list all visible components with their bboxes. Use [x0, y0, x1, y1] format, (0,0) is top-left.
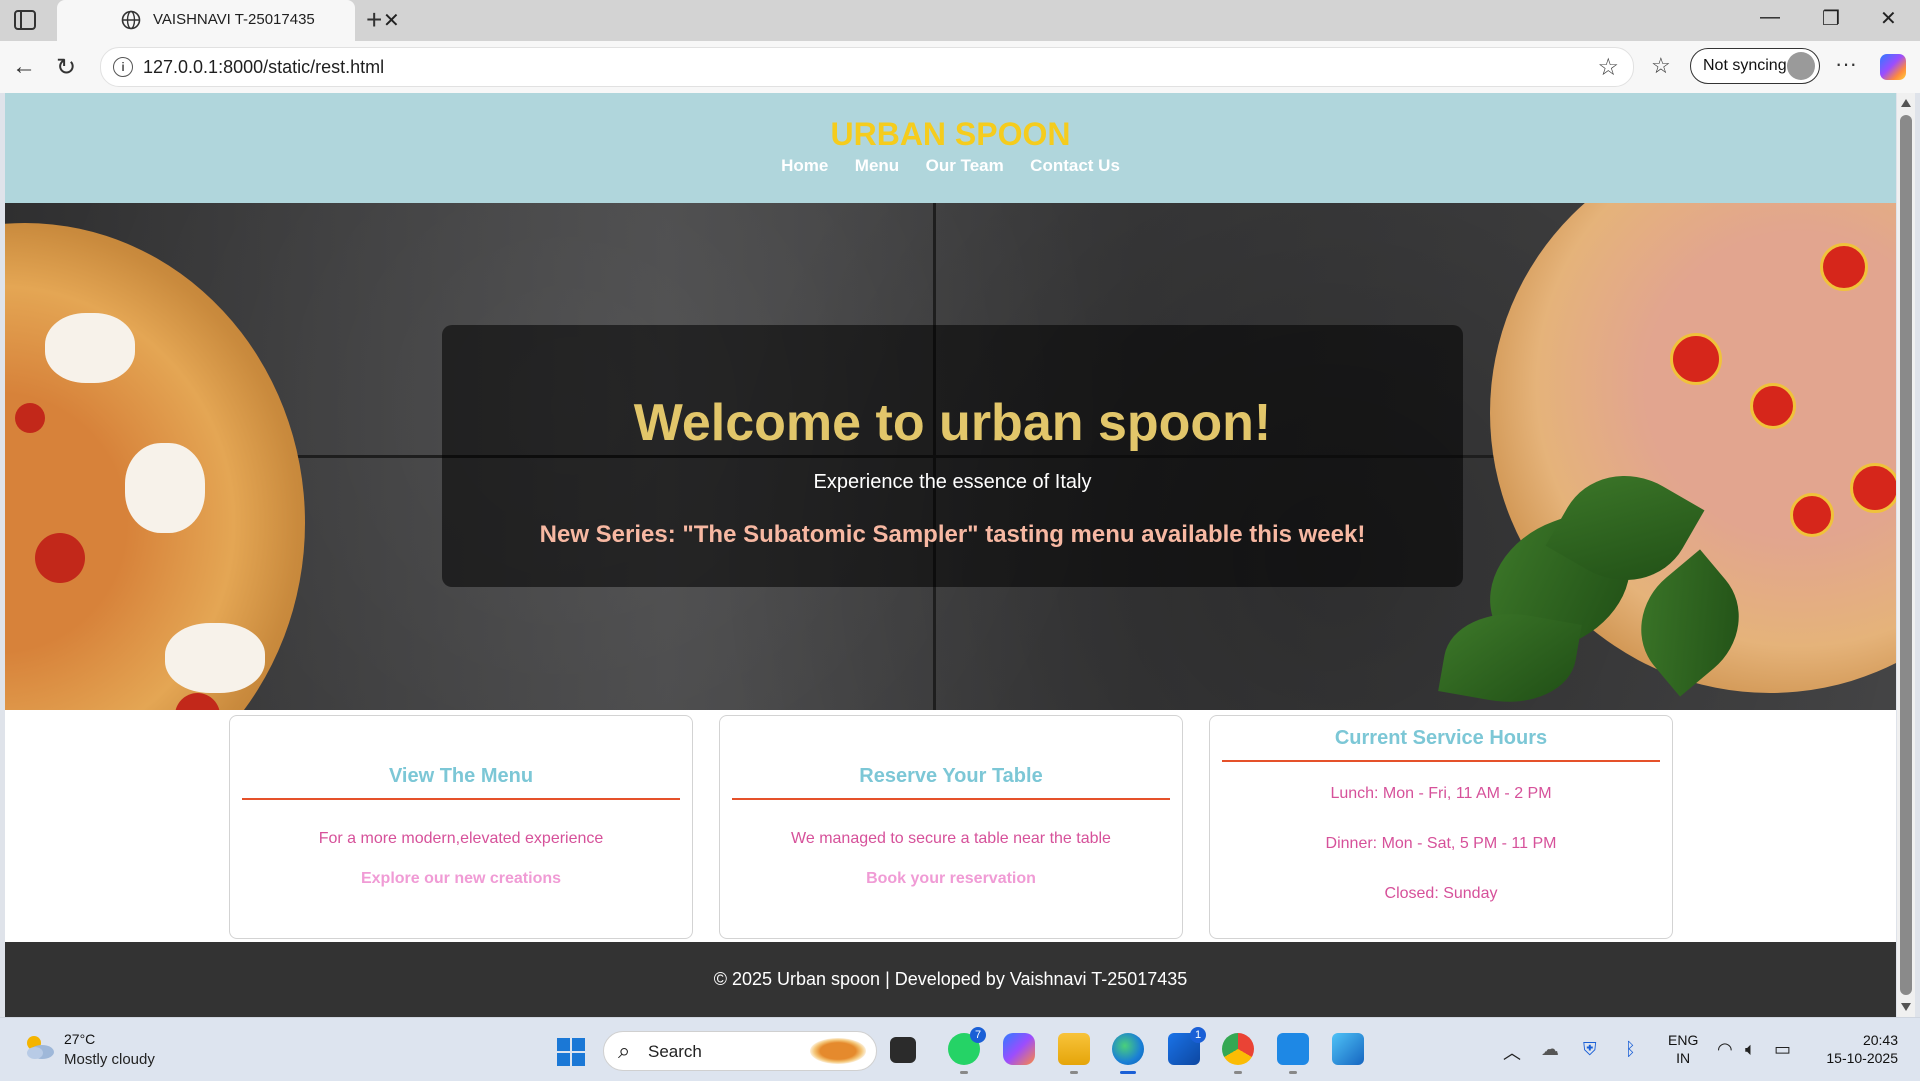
site-header: URBAN SPOON Home Menu Our Team Contact U… — [5, 93, 1896, 203]
clock-date: 15-10-2025 — [1826, 1050, 1898, 1066]
edge-icon[interactable] — [1112, 1033, 1144, 1074]
address-bar[interactable]: i 127.0.0.1:8000/static/rest.html ☆ — [100, 47, 1634, 87]
minimize-icon[interactable]: — — [1760, 6, 1780, 29]
card-title: View The Menu — [242, 765, 680, 800]
weather-temperature[interactable]: 27°C — [64, 1031, 95, 1047]
nav-home[interactable]: Home — [781, 156, 828, 176]
card-title: Reserve Your Table — [732, 765, 1170, 800]
new-tab-button[interactable]: + — [366, 4, 382, 36]
site-nav: Home Menu Our Team Contact Us — [5, 156, 1896, 176]
browser-tab[interactable]: VAISHNAVI T-25017435 ✕ — [57, 0, 400, 41]
bluetooth-icon[interactable]: ᛒ — [1625, 1039, 1636, 1060]
footer-text: © 2025 Urban spoon | Developed by Vaishn… — [713, 969, 1188, 989]
whatsapp-badge: 7 — [970, 1027, 986, 1043]
hours-lunch: Lunch: Mon - Fri, 11 AM - 2 PM — [1330, 785, 1552, 802]
globe-icon — [121, 10, 141, 30]
volume-icon[interactable]: 🔈︎ — [1745, 1039, 1756, 1060]
task-view-icon[interactable] — [890, 1037, 916, 1063]
battery-icon[interactable]: ▭ — [1774, 1039, 1791, 1060]
close-tab-icon[interactable]: ✕ — [383, 8, 400, 33]
page-scrollbar[interactable] — [1897, 93, 1915, 1017]
more-icon[interactable]: ··· — [1835, 51, 1857, 77]
site-brand: URBAN SPOON — [830, 116, 1071, 152]
hero-promo: New Series: "The Subatomic Sampler" tast… — [539, 521, 1366, 548]
search-highlight-image — [810, 1038, 866, 1064]
tab-title: VAISHNAVI T-25017435 — [153, 11, 315, 28]
restore-icon[interactable]: ❐ — [1822, 6, 1840, 31]
hero-subtitle: Experience the essence of Italy — [813, 471, 1092, 493]
browser-toolbar: ← ↻ i 127.0.0.1:8000/static/rest.html ☆ … — [0, 41, 1920, 93]
taskbar-clock[interactable]: 20:43 15-10-2025 — [1818, 1031, 1898, 1067]
language-indicator[interactable]: ENG IN — [1668, 1031, 1698, 1067]
back-icon[interactable]: ← — [12, 53, 36, 81]
hours-closed: Closed: Sunday — [1384, 885, 1498, 902]
whatsapp-icon[interactable]: 7 — [948, 1027, 986, 1074]
favorites-icon[interactable]: ☆ — [1651, 53, 1671, 79]
weather-condition[interactable]: Mostly cloudy — [64, 1051, 155, 1068]
tab-actions-icon[interactable] — [14, 10, 36, 30]
avatar — [1787, 52, 1815, 80]
nav-menu[interactable]: Menu — [855, 156, 899, 176]
info-icon[interactable]: i — [113, 57, 133, 77]
scrollbar-thumb[interactable] — [1900, 115, 1912, 995]
weather-icon[interactable] — [22, 1032, 56, 1062]
lang-region: IN — [1676, 1050, 1691, 1066]
copilot-app-icon[interactable] — [1003, 1033, 1035, 1065]
tray-chevron-icon[interactable]: ︿ — [1503, 1039, 1521, 1065]
taskbar-search[interactable]: ⌕ Search — [603, 1031, 877, 1071]
hero-section: Welcome to urban spoon! Experience the e… — [5, 203, 1896, 710]
star-icon[interactable]: ☆ — [1597, 53, 1619, 82]
card-text: For a more modern,elevated experience — [318, 830, 604, 847]
windows-taskbar: 27°C Mostly cloudy ⌕ Search 7 1 ︿ ☁ ⛨ ᛒ … — [0, 1017, 1920, 1081]
vscode-icon[interactable] — [1277, 1033, 1309, 1074]
site-footer: © 2025 Urban spoon | Developed by Vaishn… — [5, 942, 1896, 1017]
search-label: Search — [648, 1042, 702, 1061]
store-badge: 1 — [1190, 1027, 1206, 1043]
close-window-icon[interactable]: ✕ — [1880, 6, 1897, 31]
card-reserve-table: Reserve Your Table We managed to secure … — [719, 715, 1183, 939]
clock-time: 20:43 — [1862, 1032, 1898, 1048]
scroll-down-icon[interactable] — [1901, 1003, 1911, 1011]
browser-tab-bar: VAISHNAVI T-25017435 ✕ + — ❐ ✕ — [0, 0, 1920, 41]
search-icon: ⌕ — [618, 1038, 631, 1063]
store-icon[interactable]: 1 — [1168, 1027, 1206, 1065]
address-url[interactable]: 127.0.0.1:8000/static/rest.html — [143, 57, 384, 78]
explore-creations-link[interactable]: Explore our new creations — [230, 870, 692, 888]
paint-icon[interactable] — [1332, 1033, 1364, 1065]
card-text: We managed to secure a table near the ta… — [791, 830, 1111, 847]
card-title: Current Service Hours — [1222, 727, 1660, 762]
page-viewport: URBAN SPOON Home Menu Our Team Contact U… — [5, 93, 1896, 1017]
wifi-icon[interactable]: ◠ — [1717, 1039, 1733, 1060]
windows-start-icon[interactable] — [557, 1038, 585, 1066]
copilot-icon[interactable] — [1880, 54, 1906, 80]
card-view-menu: View The Menu For a more modern,elevated… — [229, 715, 693, 939]
sync-label: Not syncing — [1703, 57, 1787, 74]
hours-dinner: Dinner: Mon - Sat, 5 PM - 11 PM — [1325, 835, 1557, 852]
pizza-image-left — [5, 223, 305, 710]
defender-icon[interactable]: ⛨ — [1583, 1039, 1597, 1060]
scroll-up-icon[interactable] — [1901, 99, 1911, 107]
card-service-hours: Current Service Hours Lunch: Mon - Fri, … — [1209, 715, 1673, 939]
refresh-icon[interactable]: ↻ — [56, 53, 76, 82]
onedrive-icon[interactable]: ☁ — [1541, 1039, 1559, 1060]
hero-overlay: Welcome to urban spoon! Experience the e… — [442, 325, 1463, 587]
profile-sync-button[interactable]: Not syncing — [1690, 48, 1820, 84]
lang-code: ENG — [1668, 1032, 1699, 1048]
hero-title: Welcome to urban spoon! — [633, 394, 1272, 452]
nav-our-team[interactable]: Our Team — [926, 156, 1004, 176]
book-reservation-link[interactable]: Book your reservation — [720, 870, 1182, 888]
chrome-icon[interactable] — [1222, 1033, 1254, 1074]
file-explorer-icon[interactable] — [1058, 1033, 1090, 1074]
nav-contact-us[interactable]: Contact Us — [1030, 156, 1120, 176]
